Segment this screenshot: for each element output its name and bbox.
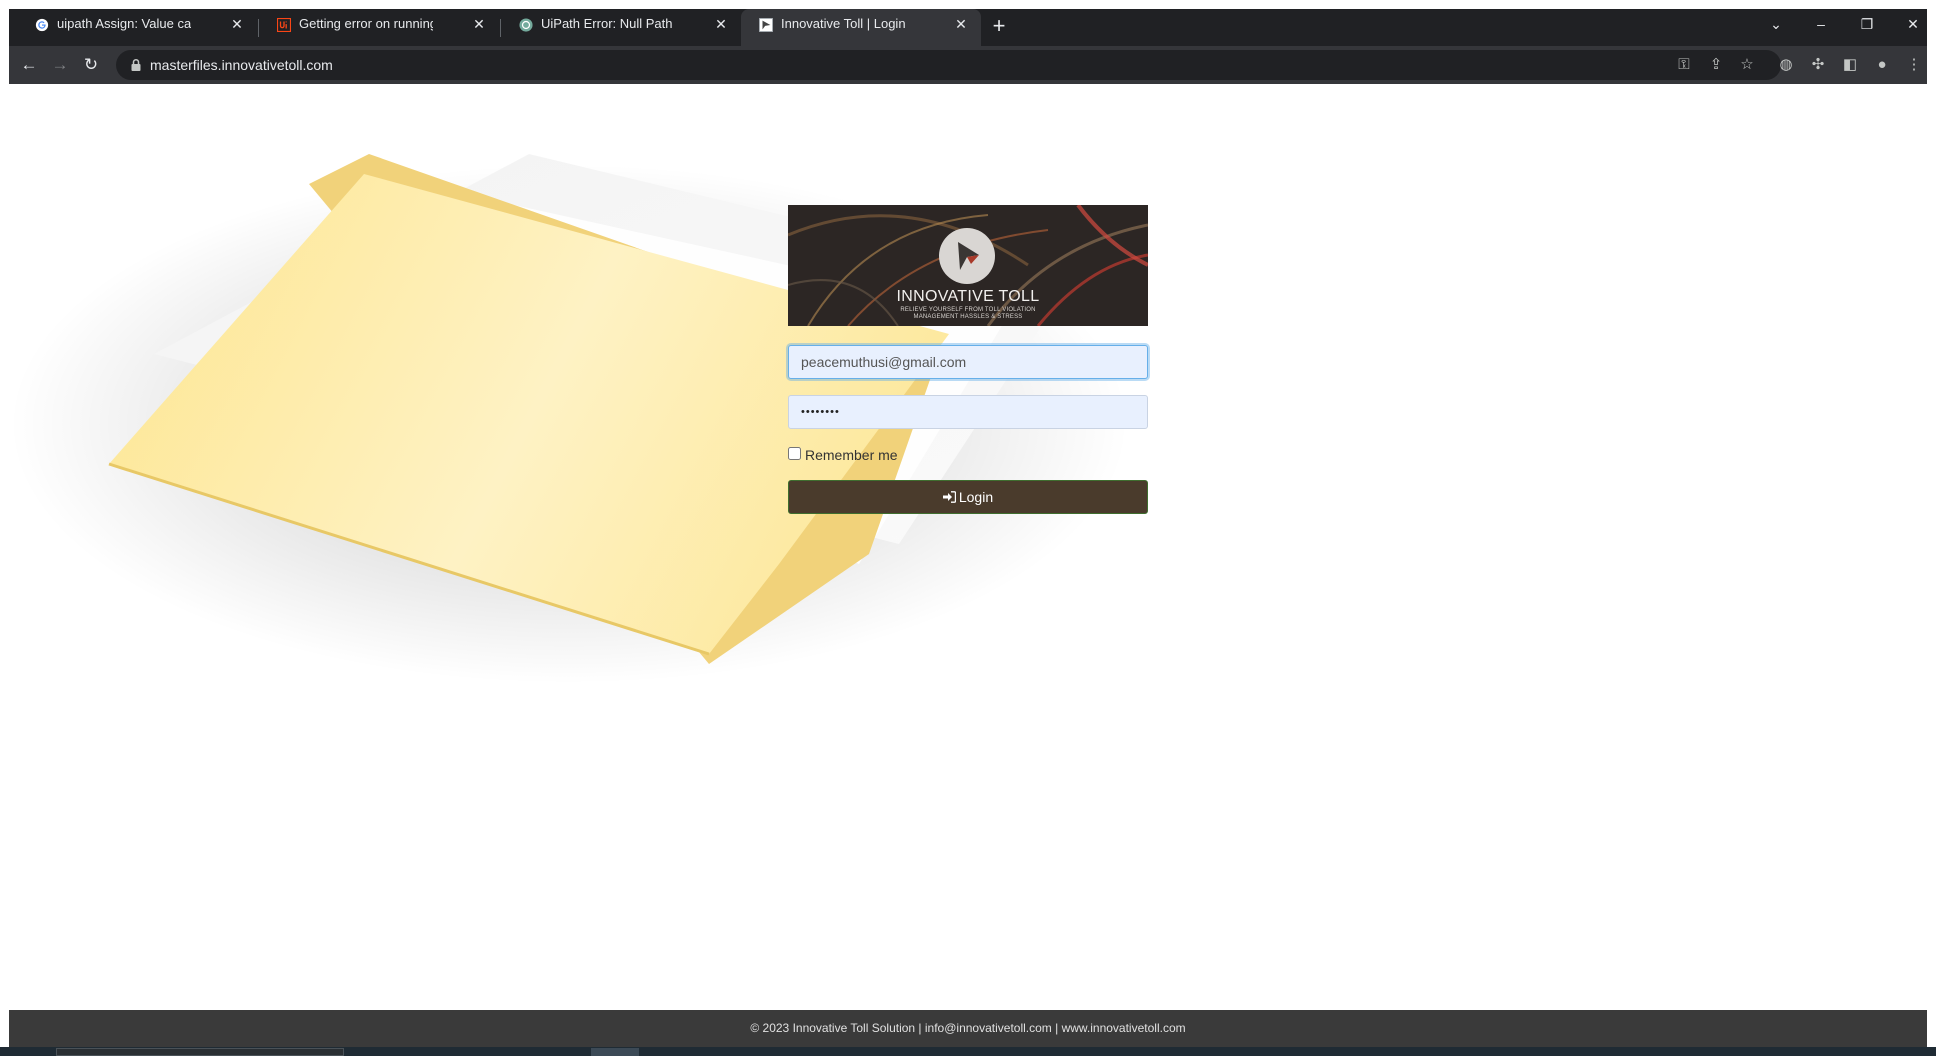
tab-uipath-assign[interactable]: uipath Assign: Value cannot be null ✕ bbox=[17, 9, 257, 46]
screen: uipath Assign: Value cannot be null ✕ Ge… bbox=[0, 0, 1936, 1056]
browser-chrome: uipath Assign: Value cannot be null ✕ Ge… bbox=[9, 9, 1927, 84]
address-bar[interactable]: masterfiles.innovativetoll.com ⚿ ⇪ ☆ bbox=[116, 50, 1781, 80]
taskbar-item[interactable] bbox=[591, 1048, 639, 1056]
tab-label: Getting error on running the Robot bbox=[299, 16, 433, 31]
remember-me-label[interactable]: Remember me bbox=[805, 447, 898, 463]
star-icon[interactable]: ☆ bbox=[1737, 55, 1757, 75]
side-panel-icon[interactable]: ◧ bbox=[1839, 54, 1861, 76]
tab-strip: uipath Assign: Value cannot be null ✕ Ge… bbox=[9, 9, 1927, 46]
url-text: masterfiles.innovativetoll.com bbox=[150, 57, 333, 73]
minimize-icon[interactable]: – bbox=[1806, 11, 1836, 37]
brand-banner: INNOVATIVE TOLL RELIEVE YOURSELF FROM TO… bbox=[788, 205, 1148, 326]
close-tab-icon[interactable]: ✕ bbox=[953, 16, 969, 32]
reload-icon[interactable]: ↻ bbox=[78, 52, 104, 78]
menu-icon[interactable]: ⋮ bbox=[1903, 54, 1925, 76]
share-icon[interactable]: ⇪ bbox=[1706, 55, 1726, 75]
chatgpt-icon bbox=[519, 18, 533, 32]
google-icon bbox=[35, 18, 49, 32]
sign-in-icon bbox=[942, 491, 956, 503]
forward-icon[interactable]: → bbox=[47, 52, 73, 78]
key-icon[interactable]: ⚿ bbox=[1674, 55, 1694, 75]
browser-toolbar: ← → ↻ masterfiles.innovativetoll.com ⚿ ⇪… bbox=[9, 46, 1927, 84]
close-tab-icon[interactable]: ✕ bbox=[713, 16, 729, 32]
puzzle-icon[interactable]: ✣ bbox=[1807, 54, 1829, 76]
restore-icon[interactable]: ❐ bbox=[1852, 11, 1882, 37]
tab-label: UiPath Error: Null Path bbox=[541, 16, 673, 31]
uipath-icon bbox=[277, 18, 291, 32]
innovative-toll-icon bbox=[759, 18, 773, 32]
login-button[interactable]: Login bbox=[788, 480, 1148, 514]
back-icon[interactable]: ← bbox=[16, 52, 42, 78]
remember-me-checkbox[interactable] bbox=[788, 447, 801, 460]
profile-icon[interactable]: ● bbox=[1871, 54, 1893, 76]
tab-uipath-error[interactable]: UiPath Error: Null Path ✕ bbox=[501, 9, 741, 46]
folder-background-image bbox=[9, 154, 1129, 684]
login-page: INNOVATIVE TOLL RELIEVE YOURSELF FROM TO… bbox=[9, 84, 1927, 1010]
tab-label: Innovative Toll | Login bbox=[781, 16, 906, 31]
brand-title: INNOVATIVE TOLL bbox=[896, 288, 1040, 305]
footer-text: © 2023 Innovative Toll Solution | info@i… bbox=[750, 1021, 1186, 1035]
page-footer: © 2023 Innovative Toll Solution | info@i… bbox=[9, 1010, 1927, 1047]
brand-tagline: RELIEVE YOURSELF FROM TOLL VIOLATION MAN… bbox=[900, 307, 1036, 320]
email-input[interactable] bbox=[788, 345, 1148, 379]
tab-getting-error[interactable]: Getting error on running the Robot ✕ bbox=[259, 9, 499, 46]
lock-icon[interactable] bbox=[130, 58, 142, 72]
login-panel: INNOVATIVE TOLL RELIEVE YOURSELF FROM TO… bbox=[788, 205, 1148, 514]
brand-logo bbox=[939, 228, 995, 284]
tab-search-icon[interactable]: ⌄ bbox=[1761, 11, 1791, 37]
play-logo-icon bbox=[958, 242, 979, 270]
close-tab-icon[interactable]: ✕ bbox=[471, 16, 487, 32]
extension-icon[interactable]: ◍ bbox=[1775, 54, 1797, 76]
password-input[interactable] bbox=[788, 395, 1148, 429]
close-tab-icon[interactable]: ✕ bbox=[229, 16, 245, 32]
close-window-icon[interactable]: ✕ bbox=[1898, 11, 1928, 37]
taskbar-item[interactable] bbox=[56, 1048, 344, 1056]
login-button-label: Login bbox=[958, 489, 994, 505]
tab-label: uipath Assign: Value cannot be null bbox=[57, 16, 191, 31]
new-tab-icon[interactable]: + bbox=[986, 14, 1012, 40]
tab-innovative-toll[interactable]: Innovative Toll | Login ✕ bbox=[741, 9, 981, 46]
